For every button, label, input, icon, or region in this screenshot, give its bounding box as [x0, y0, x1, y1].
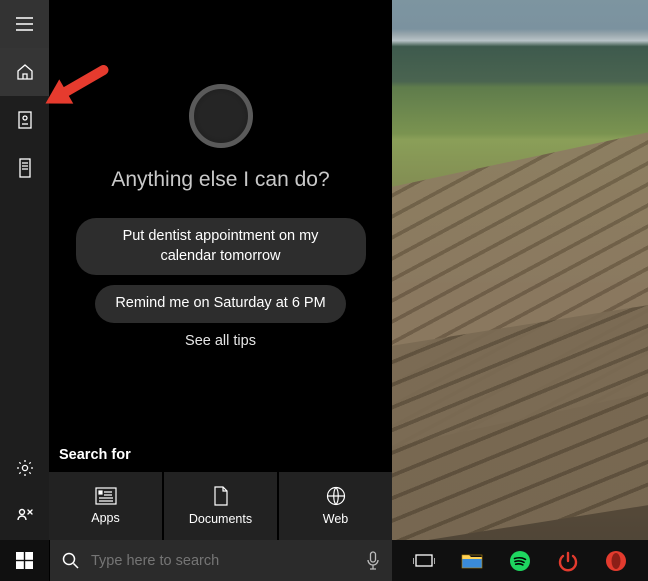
search-input[interactable]	[91, 553, 354, 569]
taskbar-pinned-apps	[392, 540, 640, 581]
category-label: Documents	[189, 512, 252, 526]
see-all-tips-link[interactable]: See all tips	[49, 333, 392, 349]
search-for-label: Search for	[59, 447, 131, 463]
file-explorer-icon[interactable]	[448, 540, 496, 581]
apps-icon	[95, 487, 117, 505]
suggestion-dentist[interactable]: Put dentist appointment on my calendar t…	[76, 218, 366, 275]
start-button[interactable]	[0, 540, 49, 581]
notebook-icon[interactable]	[0, 96, 49, 144]
taskbar	[0, 540, 648, 581]
microphone-icon[interactable]	[366, 551, 380, 570]
category-documents[interactable]: Documents	[164, 472, 277, 540]
gear-icon[interactable]	[0, 444, 49, 492]
cortana-sidebar	[0, 0, 49, 540]
category-label: Apps	[91, 511, 120, 525]
power-icon[interactable]	[544, 540, 592, 581]
category-apps[interactable]: Apps	[49, 472, 162, 540]
feedback-icon[interactable]	[0, 492, 49, 540]
document-icon	[213, 486, 229, 506]
category-web[interactable]: Web	[279, 472, 392, 540]
spotify-icon[interactable]	[496, 540, 544, 581]
search-category-row: Apps Documents Web	[49, 472, 392, 540]
search-icon	[62, 552, 79, 569]
cortana-ring-icon	[189, 84, 253, 148]
suggestion-reminder[interactable]: Remind me on Saturday at 6 PM	[95, 285, 345, 323]
menu-icon[interactable]	[0, 0, 49, 48]
windows-logo-icon	[16, 552, 33, 569]
taskbar-searchbox[interactable]	[49, 540, 392, 581]
devices-icon[interactable]	[0, 144, 49, 192]
globe-icon	[326, 486, 346, 506]
opera-icon[interactable]	[592, 540, 640, 581]
cortana-prompt-text: Anything else I can do?	[49, 168, 392, 192]
task-view-icon[interactable]	[400, 540, 448, 581]
category-label: Web	[323, 512, 348, 526]
cortana-panel: Anything else I can do? Put dentist appo…	[49, 0, 392, 540]
